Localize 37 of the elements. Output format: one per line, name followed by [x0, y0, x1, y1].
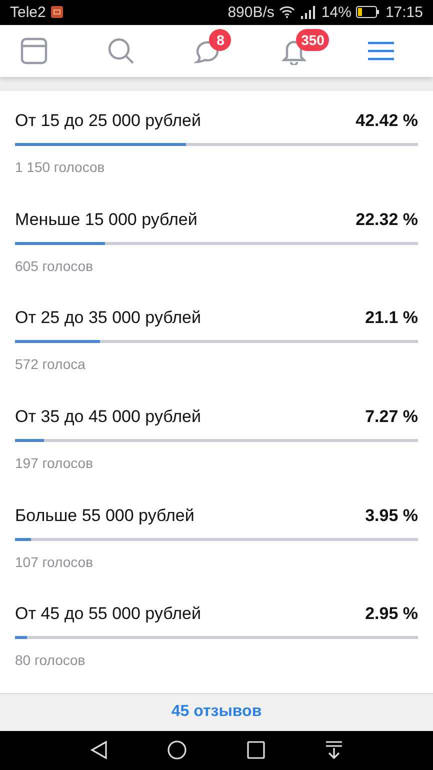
option-label: От 45 до 55 000 рублей — [15, 604, 201, 624]
app-notification-icon — [50, 6, 63, 18]
count-badge: 8 — [209, 28, 232, 51]
back-button[interactable] — [89, 740, 110, 760]
recent-apps-button[interactable] — [246, 740, 266, 760]
vote-count: 572 голоса — [15, 356, 86, 372]
carrier-name: Tele2 — [10, 4, 46, 21]
option-label: От 35 до 45 000 рублей — [15, 406, 201, 427]
option-percent: 7.27 % — [365, 406, 418, 427]
option-label: От 15 до 25 000 рублей — [15, 111, 201, 132]
option-label: От 25 до 35 000 рублей — [15, 308, 201, 328]
battery-icon — [356, 6, 380, 18]
home-button[interactable] — [167, 740, 188, 760]
vote-count: 1 150 голосов — [15, 159, 106, 176]
count-badge: 350 — [296, 28, 330, 51]
option-percent: 42.42 % — [356, 111, 418, 132]
battery-percent: 14% — [321, 4, 352, 21]
window-icon — [20, 36, 48, 65]
clock: 17:15 — [385, 4, 423, 21]
reviews-link[interactable]: 45 отзывов — [171, 703, 262, 722]
option-percent: 2.95 % — [365, 604, 418, 624]
wifi-icon — [279, 6, 296, 18]
option-label: Больше 55 000 рублей — [15, 506, 194, 526]
notifications-tab[interactable]: 350 — [274, 30, 332, 71]
option-percent: 22.32 % — [356, 210, 418, 230]
option-label: Меньше 15 000 рублей — [15, 210, 198, 230]
option-percent: 21.1 % — [365, 308, 418, 328]
network-speed: 890B/s — [228, 4, 274, 21]
messages-tab[interactable]: 8 — [187, 30, 246, 71]
vote-count: 197 голосов — [15, 454, 94, 471]
vote-count: 605 голосов — [15, 258, 94, 274]
vote-count: 80 голосов — [15, 652, 86, 668]
option-percent: 3.95 % — [365, 506, 418, 526]
notification-shade-button[interactable] — [324, 740, 344, 760]
search-icon — [106, 36, 135, 65]
signal-icon — [300, 6, 316, 19]
vote-count: 107 голосов — [15, 554, 94, 570]
